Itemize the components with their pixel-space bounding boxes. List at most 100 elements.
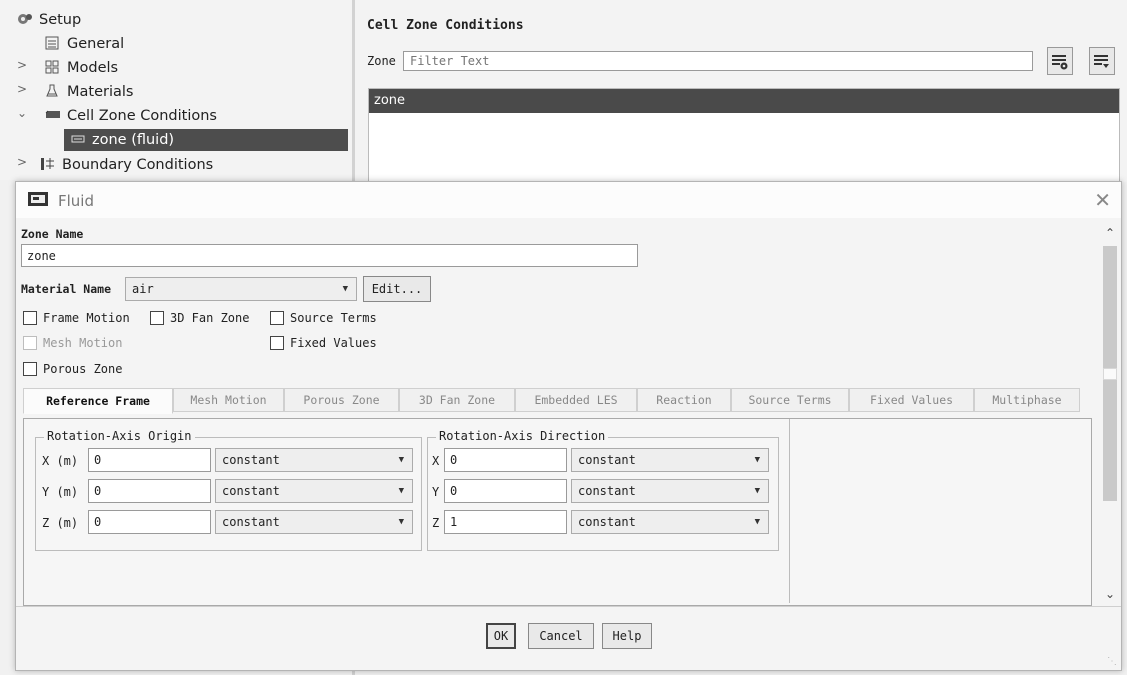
3d-fan-zone-checkbox[interactable]: 3D Fan Zone [150, 311, 249, 325]
dropdown-arrow-icon: ▼ [342, 284, 348, 294]
porous-zone-checkbox[interactable]: Porous Zone [23, 362, 122, 376]
dropdown-value: constant [578, 484, 636, 498]
tab-multiphase[interactable]: Multiphase [974, 388, 1080, 412]
checkbox-label: Source Terms [290, 311, 377, 325]
checkbox-box [150, 311, 164, 325]
help-button[interactable]: Help [602, 623, 652, 649]
direction-z-label: Z [432, 516, 440, 530]
direction-z-method-dropdown[interactable]: constant ▼ [571, 510, 769, 534]
material-name-label: Material Name [21, 282, 112, 296]
scroll-up-icon[interactable]: ⌃ [1101, 226, 1119, 240]
dialog-scrollbar[interactable]: ⌃ ⌄ [1101, 226, 1119, 601]
dropdown-arrow-icon: ▼ [754, 455, 760, 465]
direction-x-input[interactable]: 0 [444, 448, 567, 472]
direction-x-label: X [432, 454, 440, 468]
chevron-down-icon[interactable]: ⌄ [15, 106, 29, 120]
tab-embedded-les[interactable]: Embedded LES [515, 388, 637, 412]
origin-x-input[interactable]: 0 [88, 448, 211, 472]
list-dropdown-icon [1094, 55, 1109, 68]
origin-y-input[interactable]: 0 [88, 479, 211, 503]
tab-reference-frame[interactable]: Reference Frame [23, 388, 173, 414]
direction-x-method-dropdown[interactable]: constant ▼ [571, 448, 769, 472]
checkbox-label: Mesh Motion [43, 336, 123, 350]
tree-item-zone-fluid[interactable]: zone (fluid) [64, 129, 348, 151]
tab-3d-fan-zone[interactable]: 3D Fan Zone [399, 388, 515, 412]
zone-list[interactable]: zone [368, 88, 1120, 184]
scrollbar-grip [1103, 368, 1117, 380]
dropdown-arrow-icon: ▼ [398, 486, 404, 496]
frame-motion-checkbox[interactable]: Frame Motion [23, 311, 130, 325]
checkbox-box [270, 311, 284, 325]
dropdown-value: constant [578, 453, 636, 467]
cell-zone-icon [45, 107, 61, 121]
cell-zone-conditions-panel: Cell Zone Conditions Zone zone [355, 0, 1127, 184]
tree-item-materials[interactable]: Materials [45, 81, 133, 103]
tree-item-models[interactable]: Models [45, 57, 118, 79]
tree-item-label: Setup [39, 12, 82, 28]
material-name-dropdown[interactable]: air ▼ [125, 277, 357, 301]
tree-item-label: Cell Zone Conditions [67, 108, 217, 124]
tab-fixed-values[interactable]: Fixed Values [849, 388, 974, 412]
dropdown-arrow-icon: ▼ [754, 486, 760, 496]
zone-filter-input[interactable] [403, 51, 1033, 71]
source-terms-checkbox[interactable]: Source Terms [270, 311, 377, 325]
reference-frame-tab-panel: Rotation-Axis Origin X (m) 0 constant ▼ Y… [23, 418, 1092, 606]
tab-source-terms[interactable]: Source Terms [731, 388, 849, 412]
filter-options-button[interactable] [1047, 47, 1073, 75]
dropdown-value: constant [222, 515, 280, 529]
chevron-right-icon[interactable]: > [15, 58, 29, 72]
origin-z-method-dropdown[interactable]: constant ▼ [215, 510, 413, 534]
tree-item-setup[interactable]: Setup [17, 9, 81, 31]
chevron-right-icon[interactable]: > [15, 155, 29, 169]
checkbox-label: 3D Fan Zone [170, 311, 250, 325]
flask-icon [45, 83, 61, 97]
zone-filter-label: Zone [367, 54, 396, 68]
close-icon[interactable]: ✕ [1094, 188, 1111, 212]
chevron-right-icon[interactable]: > [15, 82, 29, 96]
tab-porous-zone[interactable]: Porous Zone [284, 388, 399, 412]
ok-button[interactable]: OK [486, 623, 516, 649]
dropdown-value: constant [222, 453, 280, 467]
origin-z-label: Z (m) [42, 516, 79, 530]
filter-settings-icon [1052, 55, 1068, 70]
group-title: Rotation-Axis Origin [44, 429, 195, 443]
list-icon [45, 35, 61, 50]
checkbox-box [23, 336, 37, 350]
checkbox-label: Porous Zone [43, 362, 123, 376]
material-name-value: air [132, 282, 154, 296]
tree-item-label: General [67, 36, 125, 52]
group-title: Rotation-Axis Direction [436, 429, 609, 443]
checkbox-box [23, 311, 37, 325]
boundary-icon [40, 156, 56, 170]
edit-material-button[interactable]: Edit... [363, 276, 431, 302]
dialog-footer-separator [16, 606, 1121, 607]
dropdown-arrow-icon: ▼ [398, 517, 404, 527]
origin-z-input[interactable]: 0 [88, 510, 211, 534]
direction-y-input[interactable]: 0 [444, 479, 567, 503]
tree-item-general[interactable]: General [45, 33, 124, 55]
panel-title: Cell Zone Conditions [367, 18, 524, 33]
direction-z-input[interactable]: 1 [444, 510, 567, 534]
checkbox-label: Frame Motion [43, 311, 130, 325]
fixed-values-checkbox[interactable]: Fixed Values [270, 336, 377, 350]
list-options-button[interactable] [1089, 47, 1115, 75]
tab-mesh-motion[interactable]: Mesh Motion [173, 388, 284, 412]
dialog-app-icon [28, 192, 48, 206]
resize-grip-icon[interactable]: ⋱ [1107, 656, 1117, 667]
scroll-down-icon[interactable]: ⌄ [1101, 587, 1119, 601]
dialog-titlebar[interactable]: Fluid ✕ [16, 182, 1121, 218]
direction-y-method-dropdown[interactable]: constant ▼ [571, 479, 769, 503]
setup-icon [17, 11, 33, 25]
origin-x-method-dropdown[interactable]: constant ▼ [215, 448, 413, 472]
tree-item-label: Materials [67, 84, 134, 100]
checkbox-label: Fixed Values [290, 336, 377, 350]
tab-reaction[interactable]: Reaction [637, 388, 731, 412]
models-icon [45, 59, 61, 74]
dropdown-value: constant [578, 515, 636, 529]
origin-y-method-dropdown[interactable]: constant ▼ [215, 479, 413, 503]
cancel-button[interactable]: Cancel [528, 623, 594, 649]
zone-name-input[interactable]: zone [21, 244, 638, 267]
zone-list-item-selected[interactable]: zone [369, 89, 1119, 113]
tree-item-boundary-conditions[interactable]: Boundary Conditions [40, 154, 213, 176]
tree-item-cell-zone-conditions[interactable]: Cell Zone Conditions [45, 105, 217, 127]
